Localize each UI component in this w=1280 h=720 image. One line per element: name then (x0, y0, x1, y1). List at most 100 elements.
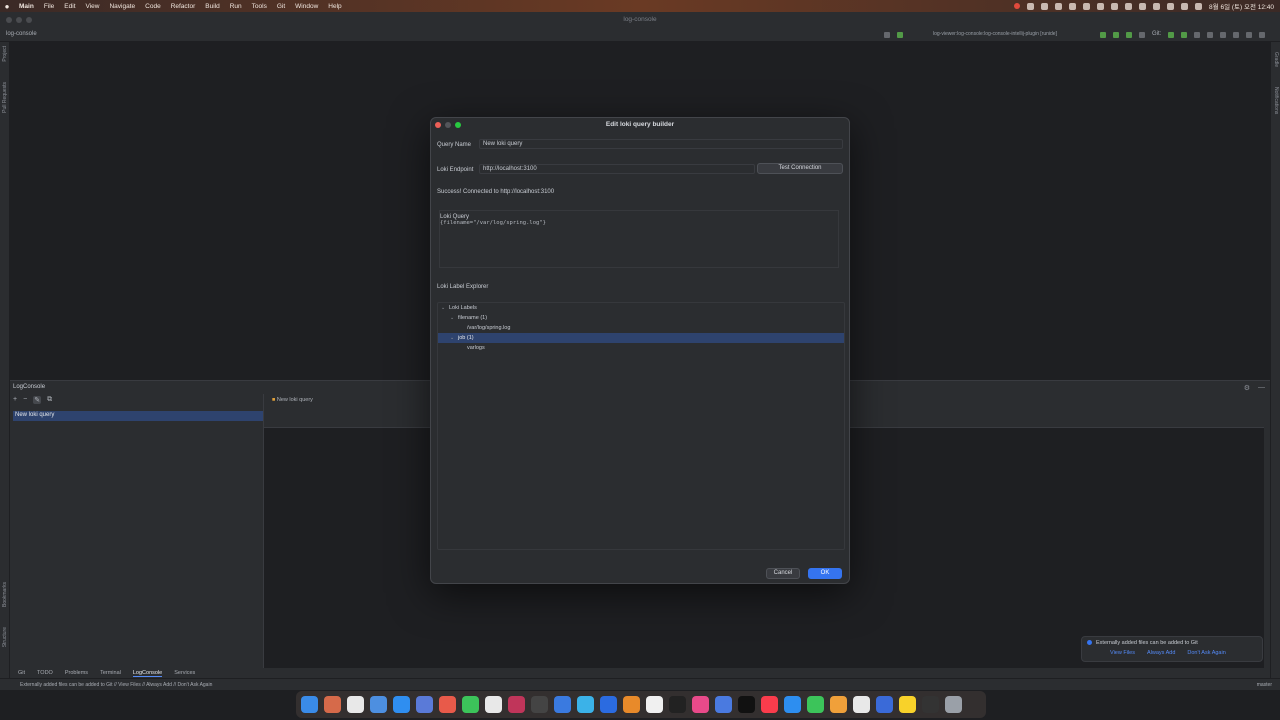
debug-icon[interactable] (1113, 32, 1119, 38)
endpoint-input[interactable]: http://localhost:3100 (479, 164, 755, 174)
todo-tool-tab[interactable]: TODO (37, 670, 53, 676)
notifications-tool-tab[interactable]: Notifications (1273, 87, 1279, 114)
mail-icon[interactable] (370, 696, 387, 713)
record-icon[interactable] (1014, 3, 1021, 9)
menu-run[interactable]: Run (225, 3, 247, 10)
ok-button[interactable]: OK (808, 568, 842, 579)
status-icon[interactable] (1055, 2, 1063, 10)
project-name[interactable]: log-console (6, 31, 37, 37)
services-tool-tab[interactable]: Services (174, 670, 195, 676)
logconsole-tool-tab[interactable]: LogConsole (132, 670, 163, 677)
always-add-link[interactable]: Always Add (1147, 650, 1175, 656)
photos-icon[interactable] (439, 696, 456, 713)
settings-icon[interactable] (1246, 32, 1253, 38)
slack-icon[interactable] (692, 696, 709, 713)
notion-icon[interactable] (646, 696, 663, 713)
chevron-down-icon[interactable]: ⌄ (450, 333, 458, 343)
menu-tools[interactable]: Tools (247, 3, 272, 10)
menu-main[interactable]: Main (14, 3, 39, 10)
gear-icon[interactable]: ⚙ (1244, 384, 1250, 392)
messages-icon[interactable] (462, 696, 479, 713)
query-name-input[interactable]: New loki query (479, 139, 843, 149)
maximize-window-icon[interactable] (26, 17, 32, 23)
menu-help[interactable]: Help (323, 3, 346, 10)
menu-window[interactable]: Window (290, 3, 323, 10)
status-icon[interactable] (1125, 2, 1133, 10)
apple-tv-icon[interactable] (738, 696, 755, 713)
plugin-icon[interactable] (1259, 32, 1266, 38)
tree-node-job[interactable]: ⌄ job (1) (438, 333, 844, 343)
kakaotalk-icon[interactable] (899, 696, 916, 713)
status-icon[interactable] (1097, 2, 1105, 10)
app-icon[interactable] (830, 696, 847, 713)
git-tool-tab[interactable]: Git (18, 670, 25, 676)
wifi-icon[interactable] (1167, 2, 1175, 10)
git-push-icon[interactable] (1194, 32, 1201, 38)
view-files-link[interactable]: View Files (1110, 650, 1135, 656)
menu-view[interactable]: View (81, 3, 105, 10)
app-icon[interactable] (853, 696, 870, 713)
cancel-button[interactable]: Cancel (766, 568, 800, 579)
query-list-item[interactable]: New loki query (13, 411, 263, 421)
user-icon[interactable] (884, 32, 890, 38)
app-icon[interactable] (554, 696, 571, 713)
app-icon[interactable] (876, 696, 893, 713)
bookmarks-tool-tab[interactable]: Bookmarks (2, 582, 8, 607)
search-icon[interactable] (1233, 32, 1240, 38)
stop-icon[interactable] (1139, 32, 1145, 38)
menu-file[interactable]: File (39, 3, 59, 10)
app-icon[interactable] (784, 696, 801, 713)
menu-refactor[interactable]: Refactor (166, 3, 201, 10)
tree-leaf-filename-value[interactable]: /var/log/spring.log (438, 323, 844, 333)
git-commit-icon[interactable] (1181, 32, 1188, 38)
remove-icon[interactable]: − (23, 396, 27, 404)
history-icon[interactable] (1207, 32, 1214, 38)
chrome-icon[interactable] (347, 696, 364, 713)
menu-code[interactable]: Code (140, 3, 166, 10)
menu-git[interactable]: Git (272, 3, 290, 10)
intellij-icon[interactable] (508, 696, 525, 713)
tree-node-root[interactable]: ⌄ Loki Labels (438, 303, 844, 313)
menu-edit[interactable]: Edit (59, 3, 80, 10)
structure-tool-tab[interactable]: Structure (2, 627, 8, 647)
tree-leaf-job-value[interactable]: varlogs (438, 343, 844, 353)
terminal-icon[interactable] (669, 696, 686, 713)
query-tab[interactable]: ■ New loki query (272, 397, 313, 403)
apple-logo-icon[interactable]: ● (0, 2, 14, 11)
git-branch[interactable]: master (1257, 682, 1272, 688)
input-source-icon[interactable] (1153, 2, 1161, 10)
coverage-icon[interactable] (1126, 32, 1132, 38)
status-icon[interactable] (1083, 2, 1091, 10)
app-icon[interactable] (416, 696, 433, 713)
app-icon[interactable] (577, 696, 594, 713)
menubar-clock[interactable]: 8월 6일 (토) 오전 12:40 (1209, 1, 1274, 11)
search-icon[interactable] (1181, 2, 1189, 10)
copy-icon[interactable]: ⧉ (47, 396, 52, 404)
terminal-tool-tab[interactable]: Terminal (100, 670, 121, 676)
build-hammer-icon[interactable] (897, 32, 903, 38)
menu-build[interactable]: Build (200, 3, 224, 10)
status-icon[interactable] (1027, 2, 1035, 10)
launchpad-icon[interactable] (324, 696, 341, 713)
dont-ask-again-link[interactable]: Don't Ask Again (1187, 650, 1225, 656)
gradle-tool-tab[interactable]: Gradle (1273, 52, 1279, 67)
sublime-icon[interactable] (623, 696, 640, 713)
close-window-icon[interactable] (6, 17, 12, 23)
trash-icon[interactable] (945, 696, 962, 713)
run-icon[interactable] (1100, 32, 1106, 38)
minimize-panel-icon[interactable]: — (1258, 384, 1265, 392)
numbers-icon[interactable] (807, 696, 824, 713)
test-connection-button[interactable]: Test Connection (757, 163, 843, 174)
chevron-down-icon[interactable]: ⌄ (450, 313, 458, 323)
music-icon[interactable] (761, 696, 778, 713)
pull-requests-tool-tab[interactable]: Pull Requests (2, 82, 8, 113)
minimize-window-icon[interactable] (16, 17, 22, 23)
loki-query-text[interactable]: {filename="/var/log/spring.log"} (440, 220, 838, 226)
git-update-icon[interactable] (1168, 32, 1175, 38)
app-icon[interactable] (600, 696, 617, 713)
chevron-down-icon[interactable]: ⌄ (441, 303, 449, 313)
app-icon[interactable] (922, 696, 939, 713)
add-icon[interactable]: + (13, 396, 17, 404)
rollback-icon[interactable] (1220, 32, 1227, 38)
project-tool-tab[interactable]: Project (2, 46, 8, 62)
